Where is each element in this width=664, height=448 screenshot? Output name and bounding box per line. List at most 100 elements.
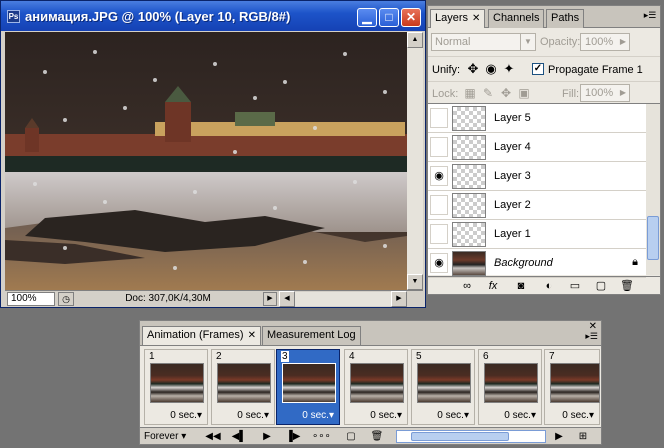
trash-icon[interactable]: 🗑︎ <box>618 278 636 294</box>
propagate-checkbox[interactable]: ✓ <box>532 63 544 75</box>
lock-pixels-icon[interactable]: ✎ <box>480 85 496 101</box>
play-icon[interactable]: ▶ <box>258 429 276 444</box>
tab-label: Animation (Frames) <box>147 329 244 341</box>
layer-row-layer-1[interactable]: Layer 1 <box>428 220 646 249</box>
visibility-toggle[interactable]: ◉ <box>430 166 448 186</box>
tab-paths[interactable]: Paths <box>546 9 585 28</box>
panel-menu-icon[interactable]: ▸☰ <box>585 331 598 342</box>
animation-frame-3[interactable]: 3 0 sec.▾ <box>276 349 340 425</box>
visibility-toggle[interactable] <box>430 108 448 128</box>
new-layer-icon[interactable]: ▢ <box>592 278 610 294</box>
frame-delay[interactable]: 0 sec.▾ <box>562 410 594 421</box>
animation-frame-2[interactable]: 2 0 sec.▾ <box>211 349 275 425</box>
timeline-toggle-icon[interactable]: ⊞ <box>572 429 594 444</box>
unify-style-icon[interactable]: ✦ <box>500 60 518 78</box>
chevron-right-icon: ▶ <box>619 88 626 97</box>
scroll-up-icon[interactable]: ▲ <box>407 32 423 48</box>
frame-delay[interactable]: 0 sec.▾ <box>437 410 469 421</box>
adjustment-icon[interactable]: ◐ <box>540 278 558 294</box>
fx-icon[interactable]: fx <box>484 278 502 294</box>
folder-icon[interactable]: ▭ <box>566 278 584 294</box>
minimize-button[interactable]: ▁ <box>357 8 377 27</box>
layers-tabbar: Layers ✕ Channels Paths ▸☰ <box>428 6 660 29</box>
close-button[interactable]: ✕ <box>401 8 421 27</box>
blend-mode-select[interactable]: Normal ▼ <box>431 33 536 51</box>
panel-menu-icon[interactable]: ▸☰ <box>643 10 657 22</box>
close-icon[interactable]: ✕ <box>472 13 480 24</box>
zoom-field[interactable]: 100% <box>7 292 55 306</box>
scroll-down-icon[interactable]: ▼ <box>407 274 423 290</box>
close-icon[interactable]: ✕ <box>248 330 256 341</box>
frames-scrollbar[interactable] <box>396 430 546 443</box>
animation-frame-7[interactable]: 7 0 sec.▾ <box>544 349 600 425</box>
animation-frame-6[interactable]: 6 0 sec.▾ <box>478 349 542 425</box>
tab-layers[interactable]: Layers ✕ <box>430 9 486 29</box>
opacity-field[interactable]: 100% ▶ <box>580 33 630 51</box>
tab-animation-frames[interactable]: Animation (Frames) ✕ <box>142 326 261 346</box>
layer-row-layer-3[interactable]: ◉ Layer 3 <box>428 162 646 191</box>
animation-frame-1[interactable]: 1 0 sec.▾ <box>144 349 208 425</box>
layer-row-background[interactable]: ◉ Background 🔒︎ <box>428 249 646 278</box>
previous-frame-icon[interactable]: ◀▌ <box>230 429 248 444</box>
navigator-icon[interactable]: ◷ <box>58 292 74 306</box>
chevron-right-icon: ▶ <box>619 37 626 46</box>
frame-delay[interactable]: 0 sec.▾ <box>302 410 334 421</box>
lock-icon: 🔒︎ <box>632 256 638 268</box>
scroll-right-icon[interactable]: ▶ <box>550 429 568 444</box>
status-menu-icon[interactable]: ▶ <box>263 292 277 306</box>
animation-frame-5[interactable]: 5 0 sec.▾ <box>411 349 475 425</box>
unify-visibility-icon[interactable]: ◉ <box>482 60 500 78</box>
next-frame-icon[interactable]: ▐▶ <box>284 429 302 444</box>
frame-delay[interactable]: 0 sec.▾ <box>170 410 202 421</box>
frame-thumbnail <box>350 363 404 403</box>
visibility-toggle[interactable]: ◉ <box>430 253 448 273</box>
lock-row: Lock: ▦ ✎ ✥ ▣ Fill: 100% ▶ <box>428 81 660 103</box>
frame-delay-value: 0 sec. <box>370 410 397 421</box>
layers-scrollbar[interactable] <box>646 103 660 275</box>
scroll-left-icon[interactable]: ◀ <box>279 291 295 307</box>
frames-scroll-thumb[interactable] <box>411 432 509 441</box>
frame-delay[interactable]: 0 sec.▾ <box>237 410 269 421</box>
layer-thumbnail <box>452 106 486 131</box>
animation-frame-4[interactable]: 4 0 sec.▾ <box>344 349 408 425</box>
frame-number: 7 <box>549 351 555 362</box>
document-vertical-scrollbar[interactable]: ▲ ▼ <box>407 32 423 290</box>
frame-delay[interactable]: 0 sec.▾ <box>504 410 536 421</box>
first-frame-icon[interactable]: ◀◀ <box>204 429 222 444</box>
lock-position-icon[interactable]: ✥ <box>498 85 514 101</box>
layer-name: Layer 5 <box>494 112 531 124</box>
document-horizontal-scrollbar[interactable]: ◀ ▶ <box>279 291 407 307</box>
link-icon[interactable]: ∞ <box>458 278 476 294</box>
unify-position-icon[interactable]: ✥ <box>464 60 482 78</box>
document-titlebar[interactable]: Ps анимация.JPG @ 100% (Layer 10, RGB/8#… <box>1 1 425 31</box>
frame-number: 6 <box>483 351 489 362</box>
frame-number: 3 <box>281 351 289 362</box>
visibility-toggle[interactable] <box>430 195 448 215</box>
chevron-down-icon: ▼ <box>520 34 535 50</box>
fill-field[interactable]: 100% ▶ <box>580 84 630 102</box>
lock-all-icon[interactable]: ▣ <box>516 85 532 101</box>
image-canvas[interactable] <box>5 32 407 290</box>
layers-scroll-thumb[interactable] <box>647 216 659 260</box>
layer-row-layer-5[interactable]: Layer 5 <box>428 104 646 133</box>
loop-value: Forever <box>144 431 179 442</box>
layer-list: Layer 5 Layer 4 ◉ Layer 3 Layer 2 Layer … <box>428 103 646 278</box>
frame-delay[interactable]: 0 sec.▾ <box>370 410 402 421</box>
visibility-toggle[interactable] <box>430 137 448 157</box>
tab-label: Channels <box>493 12 540 24</box>
tab-measurement-log[interactable]: Measurement Log <box>262 326 361 345</box>
duplicate-frame-icon[interactable]: ▢ <box>342 429 360 444</box>
tab-channels[interactable]: Channels <box>488 9 545 28</box>
loop-select[interactable]: Forever ▾ <box>144 430 196 443</box>
tween-icon[interactable]: ∘∘∘ <box>312 429 331 444</box>
frame-delay-value: 0 sec. <box>302 410 329 421</box>
visibility-toggle[interactable] <box>430 224 448 244</box>
maximize-button[interactable]: □ <box>379 8 399 27</box>
layer-row-layer-4[interactable]: Layer 4 <box>428 133 646 162</box>
trash-icon[interactable]: 🗑︎ <box>368 429 386 444</box>
lock-transparency-icon[interactable]: ▦ <box>462 85 478 101</box>
scroll-right-icon[interactable]: ▶ <box>391 291 407 307</box>
layer-name: Layer 3 <box>494 170 531 182</box>
layer-row-layer-2[interactable]: Layer 2 <box>428 191 646 220</box>
mask-icon[interactable]: ◙ <box>512 278 530 294</box>
